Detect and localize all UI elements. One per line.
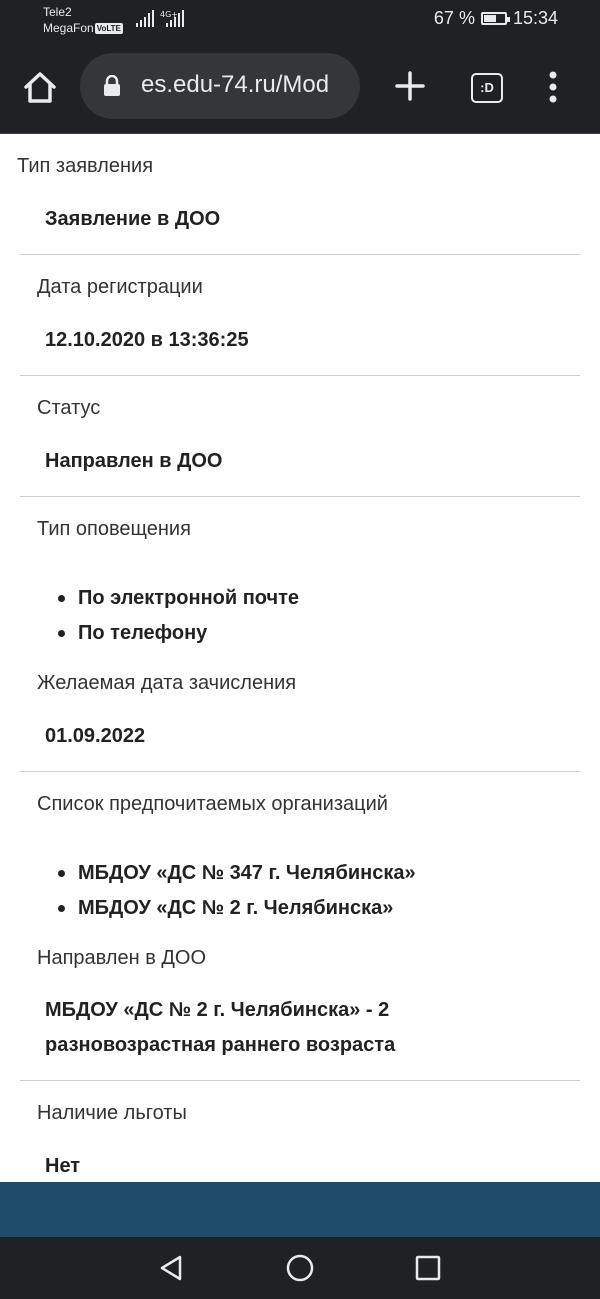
preferred-orgs-list: МБДОУ «ДС № 347 г. Челябинска» МБДОУ «ДС… — [58, 856, 416, 926]
list-item: МБДОУ «ДС № 347 г. Челябинска» — [58, 856, 416, 891]
browser-toolbar: es.edu-74.ru/Mod :D — [0, 40, 600, 134]
benefits-value: Нет — [45, 1155, 81, 1177]
divider — [20, 771, 580, 772]
application-type-label: Тип заявления — [17, 155, 154, 177]
clock: 15:34 — [512, 8, 558, 28]
lock-icon — [104, 75, 120, 96]
divider — [20, 496, 580, 497]
status-bar: Tele2 MegaFon VoLTE 4G+ 67 % 15:34 — [0, 0, 600, 40]
signal-icon: 4G+ — [136, 10, 184, 27]
divider — [20, 254, 580, 255]
registration-date-value: 12.10.2020 в 13:36:25 — [45, 329, 249, 351]
more-vert-icon[interactable] — [546, 70, 560, 104]
volte-badge: VoLTE — [94, 23, 123, 34]
recents-icon[interactable] — [413, 1253, 443, 1283]
tabs-icon[interactable]: :D — [471, 73, 503, 103]
list-item: По телефону — [58, 616, 299, 651]
notification-type-list: По электронной почте По телефону — [58, 581, 299, 651]
preferred-orgs-label: Список предпочитаемых организаций — [37, 793, 388, 815]
home-nav-icon[interactable] — [285, 1253, 315, 1283]
assigned-value-line1: МБДОУ «ДС № 2 г. Челябинска» - 2 — [45, 999, 390, 1021]
assigned-value-line2: разновозрастная раннего возраста — [45, 1034, 396, 1056]
carrier-info: Tele2 MegaFon VoLTE — [43, 4, 123, 36]
divider — [20, 375, 580, 376]
enrollment-date-label: Желаемая дата зачисления — [37, 672, 297, 694]
list-item: По электронной почте — [58, 581, 299, 616]
status-right: 67 % 15:34 — [434, 8, 558, 29]
list-item: МБДОУ «ДС № 2 г. Челябинска» — [58, 891, 416, 926]
battery-icon — [480, 12, 510, 25]
address-bar[interactable]: es.edu-74.ru/Mod — [80, 53, 360, 119]
battery-percent: 67 % — [433, 8, 475, 28]
assigned-label: Направлен в ДОО — [37, 947, 207, 969]
home-icon[interactable] — [20, 68, 60, 108]
registration-date-label: Дата регистрации — [37, 276, 203, 298]
url-text[interactable]: es.edu-74.ru/Mod — [141, 71, 351, 99]
carrier-1: Tele2 — [43, 5, 72, 19]
application-type-value: Заявление в ДОО — [45, 208, 221, 230]
page-footer — [0, 1182, 600, 1237]
back-icon[interactable] — [156, 1253, 186, 1283]
benefits-label: Наличие льготы — [37, 1102, 187, 1124]
enrollment-date-value: 01.09.2022 — [45, 725, 146, 747]
plus-icon[interactable] — [392, 68, 428, 104]
carrier-2: MegaFon — [43, 21, 94, 35]
notification-type-label: Тип оповещения — [37, 518, 191, 540]
status-value: Направлен в ДОО — [45, 450, 223, 472]
status-label: Статус — [37, 397, 101, 419]
divider — [20, 1080, 580, 1081]
system-navigation-bar — [0, 1237, 600, 1299]
